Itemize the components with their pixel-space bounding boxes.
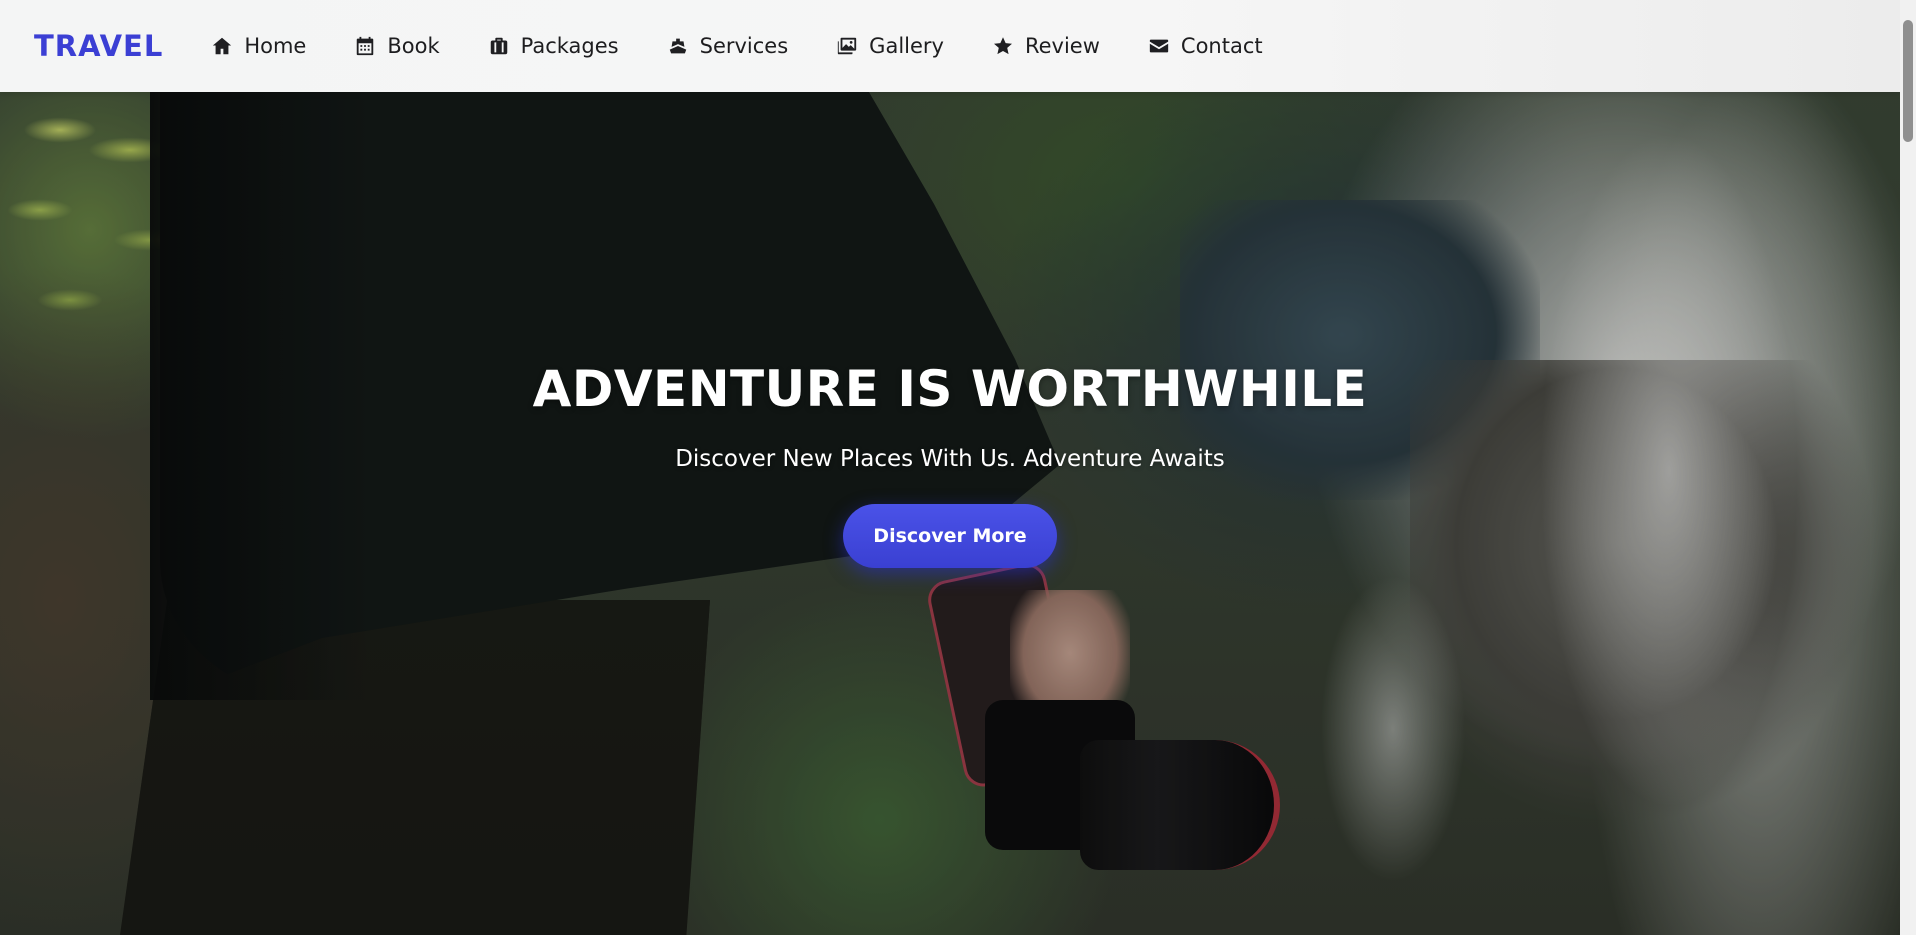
nav-item-review[interactable]: Review bbox=[992, 34, 1100, 58]
images-icon bbox=[836, 35, 858, 57]
nav-item-label: Packages bbox=[520, 34, 619, 58]
discover-more-button[interactable]: Discover More bbox=[843, 504, 1057, 568]
nav-item-label: Review bbox=[1024, 34, 1100, 58]
nav-item-home[interactable]: Home bbox=[211, 34, 306, 58]
suitcase-icon bbox=[488, 35, 510, 57]
nav-item-label: Services bbox=[699, 34, 789, 58]
hero-section: ADVENTURE IS WORTHWHILE Discover New Pla… bbox=[0, 360, 1900, 568]
nav-item-label: Book bbox=[387, 34, 440, 58]
nav-item-book[interactable]: Book bbox=[354, 34, 440, 58]
top-navbar: TRAVEL Home Book Packages Services Galle… bbox=[0, 0, 1900, 92]
hero-title: ADVENTURE IS WORTHWHILE bbox=[532, 360, 1368, 418]
envelope-icon bbox=[1148, 35, 1170, 57]
nav-item-label: Home bbox=[244, 34, 307, 58]
nav-item-gallery[interactable]: Gallery bbox=[836, 34, 944, 58]
nav-item-label: Contact bbox=[1180, 34, 1263, 58]
ship-icon bbox=[667, 35, 689, 57]
nav-item-label: Gallery bbox=[869, 34, 944, 58]
nav-item-contact[interactable]: Contact bbox=[1148, 34, 1263, 58]
home-icon bbox=[211, 35, 233, 57]
nav-item-services[interactable]: Services bbox=[667, 34, 789, 58]
page-scrollbar[interactable] bbox=[1900, 0, 1916, 935]
brand-logo[interactable]: TRAVEL bbox=[34, 29, 163, 63]
calendar-icon bbox=[354, 35, 376, 57]
scrollbar-thumb[interactable] bbox=[1903, 20, 1913, 142]
hero-subtitle: Discover New Places With Us. Adventure A… bbox=[675, 446, 1225, 472]
star-icon bbox=[992, 35, 1014, 57]
nav-item-packages[interactable]: Packages bbox=[488, 34, 619, 58]
nav-menu: Home Book Packages Services Gallery Revi… bbox=[175, 0, 1263, 92]
